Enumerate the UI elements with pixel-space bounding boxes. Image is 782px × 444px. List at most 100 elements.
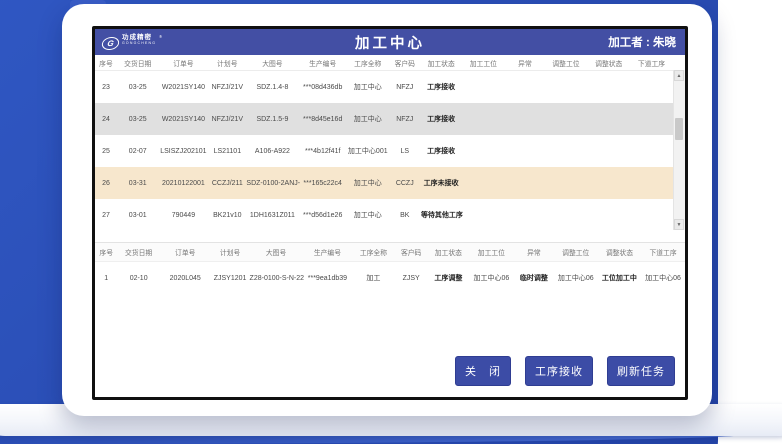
cell-process-status: 等待其他工序 [421, 210, 461, 220]
column-header: 加工状态 [421, 58, 461, 68]
cell-seq: 23 [95, 84, 117, 91]
cell-process-status: 工序未接收 [421, 178, 461, 188]
cell-delivery-date: 03-25 [117, 84, 159, 91]
cell-plan-no: LS21101 [208, 148, 246, 155]
cell-delivery-date: 02-07 [117, 148, 159, 155]
table-divider-gap [95, 230, 685, 242]
cell-delivery-date: 02-10 [117, 275, 159, 282]
cell-plan-no: BK21v10 [208, 212, 246, 219]
column-header: 计划号 [208, 58, 246, 68]
column-header: 生产编号 [298, 58, 347, 68]
cell-process-name: 加工中心 [347, 114, 389, 124]
column-header: 订单号 [160, 247, 211, 257]
column-header: 序号 [95, 247, 117, 257]
table-row[interactable]: 1 02-10 2020L045 ZJSY1201 Z28-0100-S-N-2… [95, 262, 685, 294]
close-button[interactable]: 关 闭 [455, 356, 511, 386]
column-header: 加工工位 [469, 247, 514, 257]
cell-production-no: ***d56d1e26 [298, 212, 347, 219]
scrollbar-thumb[interactable] [675, 118, 683, 140]
cell-customer-code: NFZJ [389, 116, 421, 123]
table-row[interactable]: 25 02-07 LSISZJ202101 LS21101 A106-A922 … [95, 135, 685, 167]
cell-plan-no: ZJSY1201 [211, 275, 250, 282]
refresh-tasks-button[interactable]: 刷新任务 [607, 356, 675, 386]
pending-table-body: 23 03-25 W2021SY140 NFZJ/21V SDZ.1.4-8 *… [95, 71, 685, 231]
current-task-table: 序号交货日期订单号计划号大图号生产编号工序全称客户码加工状态加工工位异常调整工位… [95, 242, 685, 294]
cell-process-status: 工序接收 [421, 114, 461, 124]
cell-seq: 26 [95, 180, 117, 187]
cell-order-no: 20210122001 [159, 180, 209, 187]
cell-adjust-status: 工位加工中 [598, 273, 642, 283]
cell-plan-no: NFZJ/21V [208, 116, 246, 123]
column-header: 调整状态 [598, 247, 642, 257]
cell-customer-code: ZJSY [395, 275, 428, 282]
cell-process-name: 加工中心 [347, 210, 389, 220]
table-row[interactable]: 27 03-01 790449 BK21v10 1DH1631Z011 ***d… [95, 199, 685, 231]
cell-process-name: 加工 [352, 273, 394, 283]
table-row[interactable]: 23 03-25 W2021SY140 NFZJ/21V SDZ.1.4-8 *… [95, 71, 685, 103]
cell-customer-code: NFZJ [389, 84, 421, 91]
receive-process-button[interactable]: 工序接收 [525, 356, 593, 386]
cell-delivery-date: 03-25 [117, 116, 159, 123]
column-header: 异常 [505, 58, 544, 68]
laptop-frame: 加工中心 G 功成精密 GONGCHENG ® 加工者 : 朱晓 序号交货日期订… [62, 4, 712, 416]
cell-production-no: ***9ea1db39 [303, 275, 353, 282]
cell-drawing-no: Z28-0100-S-N-22 [250, 275, 303, 282]
cell-seq: 1 [95, 275, 117, 282]
cell-delivery-date: 03-01 [117, 212, 159, 219]
scrollbar-up-icon[interactable]: ▲ [674, 70, 684, 81]
cell-order-no: W2021SY140 [159, 84, 209, 91]
cell-drawing-no: A106-A922 [246, 148, 298, 155]
column-header: 客户码 [395, 247, 428, 257]
empty-content-area [95, 294, 685, 351]
cell-seq: 24 [95, 116, 117, 123]
column-header: 下道工序 [641, 247, 685, 257]
column-header: 订单号 [159, 58, 209, 68]
cell-order-no: W2021SY140 [159, 116, 209, 123]
column-header: 异常 [514, 247, 554, 257]
cell-seq: 27 [95, 212, 117, 219]
vertical-scrollbar[interactable]: ▲ ▼ [673, 70, 685, 230]
cell-process-name: 加工中心 [347, 82, 389, 92]
cell-production-no: ***4b12f41f [298, 148, 347, 155]
scrollbar-down-icon[interactable]: ▼ [674, 219, 684, 230]
column-header: 调整工位 [545, 58, 588, 68]
cell-drawing-no: 1DH1631Z011 [246, 212, 298, 219]
cell-drawing-no: SDZ.1.4-8 [246, 84, 298, 91]
cell-customer-code: CCZJ [389, 180, 421, 187]
column-header: 计划号 [211, 247, 250, 257]
column-header: 工序全称 [352, 247, 394, 257]
cell-process-name: 加工中心001 [347, 146, 389, 156]
column-header: 交货日期 [117, 247, 159, 257]
page-title: 加工中心 [95, 32, 685, 53]
column-header: 加工状态 [428, 247, 469, 257]
cell-order-no: 790449 [159, 212, 209, 219]
cell-production-no: ***08d436db [298, 84, 347, 91]
cell-next-process: 加工中心06 [641, 273, 685, 283]
cell-drawing-no: SDZ-0100-2ANJ- [246, 180, 298, 187]
action-button-bar: 关 闭 工序接收 刷新任务 [95, 351, 685, 397]
cell-customer-code: BK [389, 212, 421, 219]
cell-process-status: 工序调整 [428, 273, 469, 283]
cell-process-status: 工序接收 [421, 82, 461, 92]
cell-production-no: ***165c22c4 [298, 180, 347, 187]
column-header: 工序全称 [347, 58, 389, 68]
table-row[interactable]: 26 03-31 20210122001 CCZJ/211 SDZ-0100-2… [95, 167, 685, 199]
cell-order-no: LSISZJ202101 [159, 148, 209, 155]
column-header: 交货日期 [117, 58, 159, 68]
column-header: 生产编号 [303, 247, 353, 257]
cell-process-status: 工序接收 [421, 146, 461, 156]
cell-order-no: 2020L045 [160, 275, 211, 282]
column-header: 序号 [95, 58, 117, 68]
column-header: 调整工位 [554, 247, 598, 257]
app-window: 加工中心 G 功成精密 GONGCHENG ® 加工者 : 朱晓 序号交货日期订… [92, 26, 688, 400]
current-table-body: 1 02-10 2020L045 ZJSY1201 Z28-0100-S-N-2… [95, 262, 685, 294]
cell-seq: 25 [95, 148, 117, 155]
cell-plan-no: NFZJ/21V [208, 84, 246, 91]
cell-production-no: ***8d45e16d [298, 116, 347, 123]
cell-station: 加工中心06 [469, 273, 514, 283]
column-header: 大图号 [250, 247, 303, 257]
table-row[interactable]: 24 03-25 W2021SY140 NFZJ/21V SDZ.1.5-9 *… [95, 103, 685, 135]
column-header: 加工工位 [461, 58, 505, 68]
column-header: 下道工序 [630, 58, 673, 68]
column-header: 调整状态 [587, 58, 630, 68]
